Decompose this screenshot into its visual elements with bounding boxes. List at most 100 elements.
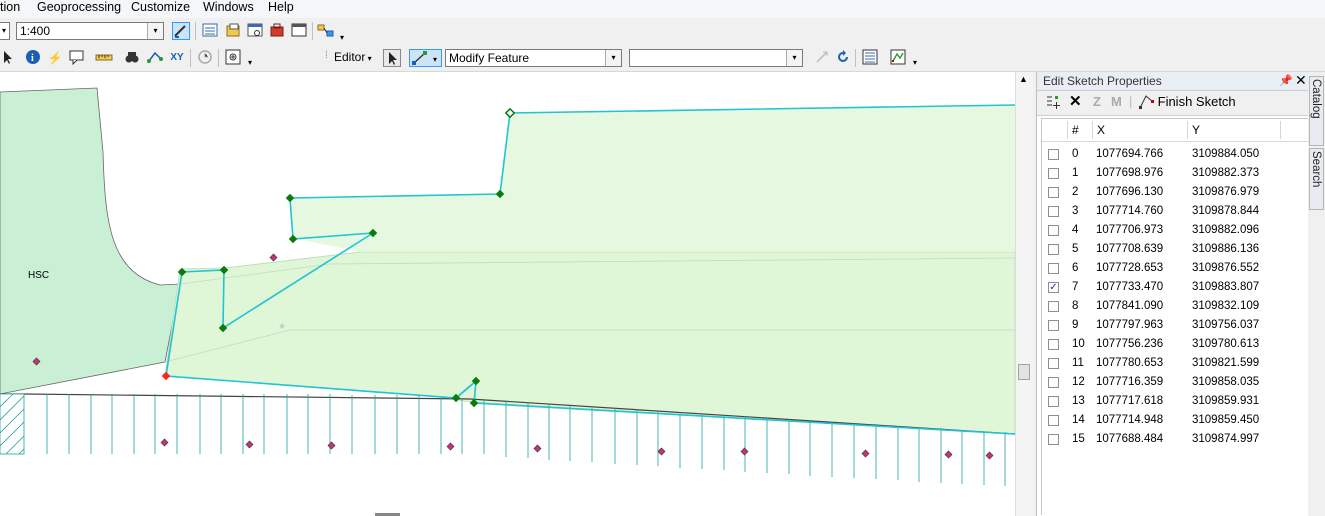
toolbar-overflow-icon-2[interactable]: ▾ [248,59,254,67]
time-slider-icon[interactable] [196,49,214,67]
target-layer-combobox[interactable]: ▾ [629,49,803,67]
close-icon[interactable]: ✕ [1295,72,1307,89]
delete-vertex-icon[interactable]: ✕ [1069,94,1082,110]
col-num: # [1072,123,1079,137]
attributes-icon[interactable] [861,49,879,67]
row-checkbox[interactable] [1048,320,1059,331]
row-checkbox[interactable] [1048,187,1059,198]
table-row[interactable]: 6 1077728.653 3109876.552 [1042,260,1308,279]
table-of-contents-icon[interactable] [201,22,219,40]
row-checkbox[interactable] [1048,149,1059,160]
scale-value: 1:400 [20,24,51,38]
python-window-icon[interactable] [290,22,308,40]
find-icon[interactable] [123,49,141,67]
catalog-window-icon[interactable] [224,22,242,40]
scroll-thumb[interactable] [1018,364,1030,380]
row-checkbox[interactable] [1048,263,1059,274]
map-canvas[interactable] [0,72,1015,516]
row-checkbox[interactable] [1048,434,1059,445]
cut-polygons-icon[interactable] [813,49,831,67]
row-checkbox[interactable] [1048,396,1059,407]
row-checkbox[interactable] [1048,225,1059,236]
insert-vertex-icon[interactable] [1045,94,1061,114]
model-builder-icon[interactable] [317,22,335,40]
straight-segment-tool-icon[interactable]: ▾ [409,49,442,67]
table-row[interactable]: 12 1077716.359 3109858.035 [1042,374,1308,393]
table-row[interactable]: 10 1077756.236 3109780.613 [1042,336,1308,355]
arctoolbox-icon[interactable] [268,22,286,40]
row-x: 1077714.760 [1096,205,1164,217]
table-row[interactable]: 0 1077694.766 3109884.050 [1042,146,1308,165]
menu-selection[interactable]: tion [0,0,20,15]
html-popup-icon[interactable] [68,49,86,67]
row-checkbox[interactable] [1048,415,1059,426]
table-row[interactable]: 2 1077696.130 3109876.979 [1042,184,1308,203]
go-to-xy-icon[interactable]: XY [168,49,186,67]
pin-icon[interactable]: 📌 [1279,74,1293,87]
table-row[interactable]: ✓ 7 1077733.470 3109883.807 [1042,279,1308,298]
row-checkbox[interactable] [1048,301,1059,312]
identify-icon[interactable]: i [24,49,42,67]
toolbar-overflow-icon-3[interactable]: ▾ [913,59,919,67]
row-checkbox[interactable] [1048,339,1059,350]
editor-toolbar-icon[interactable] [172,22,190,40]
edit-task-combobox[interactable]: Modify Feature ▾ [445,49,622,67]
row-x: 1077841.090 [1096,300,1164,312]
menu-windows[interactable]: Windows [203,0,254,15]
toolbar-overflow-icon[interactable]: ▾ [340,34,346,42]
table-row[interactable]: 8 1077841.090 3109832.109 [1042,298,1308,317]
table-row[interactable]: 15 1077688.484 3109874.997 [1042,431,1308,450]
table-row[interactable]: 4 1077706.973 3109882.096 [1042,222,1308,241]
row-checkbox[interactable] [1048,244,1059,255]
feature-polygon-top [290,105,1015,252]
select-elements-icon[interactable] [0,49,14,67]
row-y: 3109821.599 [1192,357,1260,369]
table-row[interactable]: 5 1077708.639 3109886.136 [1042,241,1308,260]
table-row[interactable]: 14 1077714.948 3109859.450 [1042,412,1308,431]
z-button[interactable]: Z [1093,94,1101,110]
row-checkbox[interactable]: ✓ [1048,282,1059,293]
table-row[interactable]: 13 1077717.618 3109859.931 [1042,393,1308,412]
rotate-tool-icon[interactable] [834,49,852,67]
table-row[interactable]: 11 1077780.653 3109821.599 [1042,355,1308,374]
row-y: 3109756.037 [1192,319,1260,331]
search-window-icon[interactable] [246,22,264,40]
measure-icon[interactable] [95,49,113,67]
edit-tool-icon[interactable] [383,49,401,67]
finish-sketch-label: Finish Sketch [1157,94,1236,109]
edit-sketch-properties-panel: Edit Sketch Properties 📌 ✕ ✕ Z M | Finis… [1036,72,1309,516]
row-checkbox[interactable] [1048,377,1059,388]
editor-menu[interactable]: Editor ▾ [334,50,372,64]
scale-dropdown-arrow[interactable]: ▾ [147,23,163,39]
task-dropdown-arrow[interactable]: ▾ [605,50,621,66]
menu-customize[interactable]: Customize [131,0,190,15]
map-view[interactable]: HSC [0,72,1015,516]
row-index: 1 [1072,167,1079,179]
scroll-up-icon[interactable]: ▲ [1019,74,1028,84]
row-x: 1077694.766 [1096,148,1164,160]
map-scrollbar[interactable]: ▲ [1015,72,1033,516]
menu-help[interactable]: Help [268,0,294,15]
search-tab[interactable]: Search [1309,148,1324,210]
row-checkbox[interactable] [1048,358,1059,369]
table-row[interactable]: 1 1077698.976 3109882.373 [1042,165,1308,184]
target-dropdown-arrow[interactable]: ▾ [786,50,802,66]
table-row[interactable]: 3 1077714.760 3109878.844 [1042,203,1308,222]
row-x: 1077797.963 [1096,319,1164,331]
hyperlink-icon[interactable]: ⚡ [46,49,64,67]
row-checkbox[interactable] [1048,206,1059,217]
m-button[interactable]: M [1111,94,1122,110]
viewer-window-icon[interactable] [224,49,242,67]
row-x: 1077716.359 [1096,376,1164,388]
sketch-properties-icon[interactable] [889,49,907,67]
row-x: 1077714.948 [1096,414,1164,426]
table-row[interactable]: 9 1077797.963 3109756.037 [1042,317,1308,336]
catalog-tab[interactable]: Catalog [1309,76,1324,146]
side-tabs: Catalog Search [1308,72,1325,516]
finish-sketch-button[interactable]: Finish Sketch [1139,94,1236,110]
menu-geoprocessing[interactable]: Geoprocessing [37,0,121,15]
find-route-icon[interactable] [146,49,164,67]
row-checkbox[interactable] [1048,168,1059,179]
left-dropdown[interactable]: ▾ [0,22,10,40]
scale-combobox[interactable]: 1:400 ▾ [16,22,164,40]
